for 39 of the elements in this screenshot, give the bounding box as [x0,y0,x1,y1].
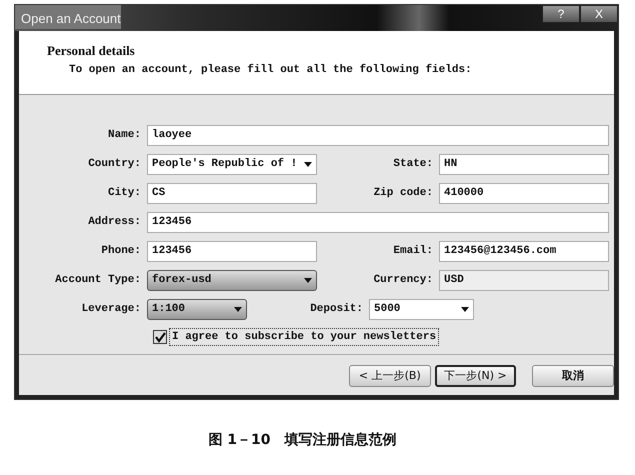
field-label: Name: [106,128,142,144]
next-button[interactable]: 下一步(N) > [434,365,516,387]
input-field[interactable]: 123456@123456.com [439,241,609,262]
caret-icon [304,162,312,167]
caret-icon [461,307,469,312]
caret-icon [234,307,242,312]
field-label: State: [392,157,434,172]
field-label: City: [106,186,142,202]
field-label: Deposit: [309,302,364,318]
input-field[interactable]: 123456 [147,241,317,262]
dropdown[interactable]: 5000 [369,299,474,320]
checkbox[interactable] [153,330,167,344]
field-label: Country: [87,157,142,172]
window-title: Open an Account [15,5,121,28]
checkbox-label: I agree to subscribe to your newsletters [169,328,440,346]
figure-caption: 图 1－10 填写注册信息范例 [207,430,398,450]
input-field[interactable]: 410000 [439,183,609,204]
field-label: Zip code: [372,186,434,202]
dropdown[interactable]: forex-usd [147,270,317,291]
instruction-text: To open an account, please fill out all the following fields: [69,64,472,76]
field-label: Account Type: [54,273,142,288]
input-field[interactable]: laoyee [147,125,609,146]
help-button[interactable]: ? [542,5,580,23]
field-label: Currency: [372,273,434,288]
dropdown[interactable]: People's Republic of ! [147,154,317,175]
back-button[interactable]: < 上一步(B) [349,365,431,387]
field-label: Address: [87,215,142,230]
cancel-button[interactable]: 取消 [532,365,614,387]
input-field[interactable]: CS [147,183,317,204]
section-title: Personal details [47,43,135,58]
dropdown[interactable]: 1:100 [147,299,247,320]
caret-icon [304,278,312,283]
readonly-field[interactable]: USD [439,270,609,291]
input-field[interactable]: 123456 [147,212,609,233]
field-label: Leverage: [80,302,142,318]
field-label: Email: [392,244,434,260]
close-button[interactable]: X [580,5,618,23]
field-label: Phone: [100,244,142,260]
input-field[interactable]: HN [439,154,609,175]
